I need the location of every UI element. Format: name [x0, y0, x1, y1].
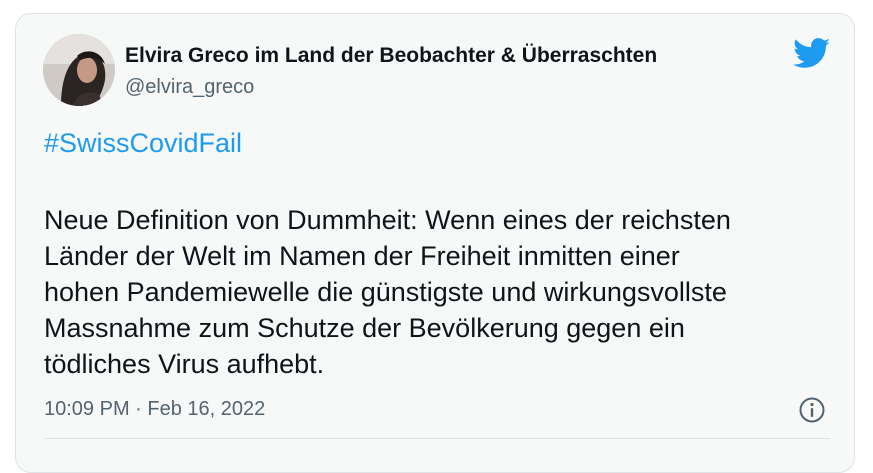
- divider: [44, 438, 830, 439]
- author-display-name[interactable]: Elvira Greco im Land der Beobachter & Üb…: [125, 44, 657, 68]
- tweet-timestamp[interactable]: 10:09 PM · Feb 16, 2022: [44, 398, 265, 421]
- tweet-card[interactable]: Elvira Greco im Land der Beobachter & Üb…: [15, 13, 855, 473]
- tweet-body: Neue Definition von Dummheit: Wenn eines…: [44, 202, 834, 382]
- tweet-body-line: tödliches Virus aufhebt.: [44, 349, 325, 379]
- hashtag-link[interactable]: #SwissCovidFail: [44, 128, 242, 159]
- avatar[interactable]: [43, 34, 115, 106]
- tweet-body-line: Länder der Welt im Namen der Freiheit in…: [44, 241, 680, 271]
- tweet-body-line: Neue Definition von Dummheit: Wenn eines…: [44, 205, 731, 235]
- twitter-bird-icon[interactable]: [793, 38, 831, 69]
- author-handle[interactable]: @elvira_greco: [125, 76, 254, 99]
- tweet-body-line: Massnahme zum Schutze der Bevölkerung ge…: [44, 313, 685, 343]
- info-icon[interactable]: [798, 396, 826, 424]
- tweet-body-line: hohen Pandemiewelle die günstigste und w…: [44, 277, 727, 307]
